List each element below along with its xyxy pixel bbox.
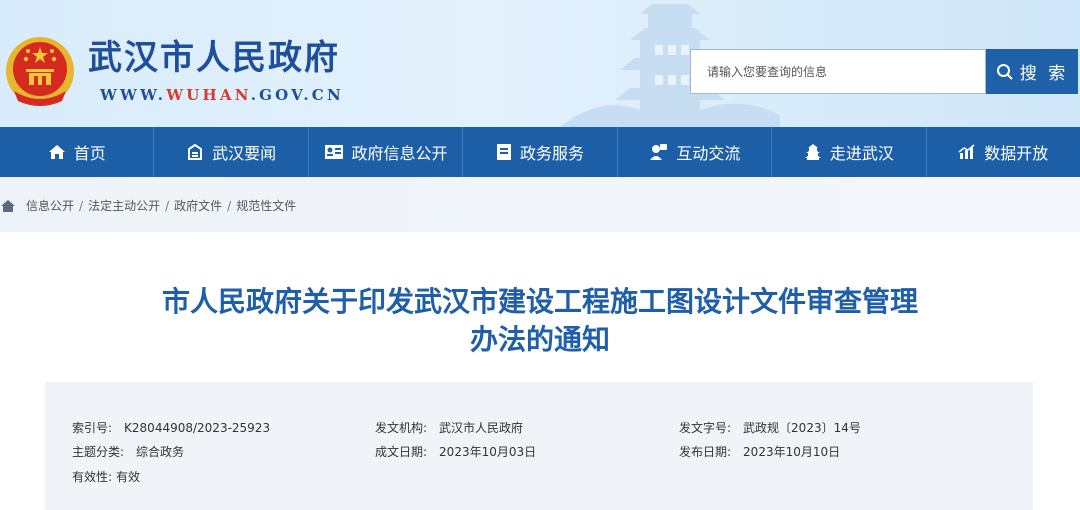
search-button-label: 搜 索 bbox=[1019, 64, 1069, 84]
info-card-icon bbox=[324, 145, 343, 159]
info-value: 有效 bbox=[116, 470, 141, 484]
info-index-no: 索引号: K28044908/2023-25923 bbox=[72, 419, 270, 436]
nav-label: 政府信息公开 bbox=[351, 144, 448, 163]
site-header: 武汉市人民政府 WWW.WUHAN.GOV.CN 搜 索 bbox=[0, 0, 1080, 127]
info-value: 综合政务 bbox=[136, 445, 185, 459]
home-icon bbox=[48, 145, 65, 159]
breadcrumb-item-info-public[interactable]: 信息公开 bbox=[26, 197, 74, 214]
home-icon[interactable] bbox=[0, 199, 16, 213]
breadcrumb-item-gov-docs[interactable]: 政府文件 bbox=[174, 197, 222, 214]
nav-label: 走进武汉 bbox=[829, 144, 894, 163]
info-created-date: 成文日期: 2023年10月03日 bbox=[375, 443, 536, 460]
national-emblem-icon bbox=[6, 37, 74, 106]
breadcrumb-item-statutory[interactable]: 法定主动公开 bbox=[88, 197, 160, 214]
nav-label: 互动交流 bbox=[676, 144, 741, 163]
title-line-1: 市人民政府关于印发武汉市建设工程施工图设计文件审查管理 bbox=[161, 285, 918, 318]
info-value: K28044908/2023-25923 bbox=[124, 421, 271, 435]
nav-item-wuhan-news[interactable]: 武汉要闻 bbox=[154, 127, 309, 177]
url-suffix: .GOV.CN bbox=[250, 86, 344, 104]
nav-item-home[interactable]: 首页 bbox=[0, 127, 155, 177]
info-label: 主题分类: bbox=[72, 445, 125, 459]
nav-item-about-wuhan[interactable]: 走进武汉 bbox=[772, 127, 927, 177]
info-published-date: 发布日期: 2023年10月10日 bbox=[679, 443, 840, 460]
info-label: 有效性: bbox=[72, 470, 113, 484]
url-highlight: WUHAN bbox=[166, 86, 251, 104]
info-value: 武汉市人民政府 bbox=[439, 421, 524, 435]
info-value: 武政规〔2023〕14号 bbox=[743, 421, 861, 435]
info-label: 发文机构: bbox=[375, 421, 428, 435]
info-value: 2023年10月10日 bbox=[743, 445, 841, 459]
info-validity: 有效性: 有效 bbox=[72, 468, 140, 485]
nav-label: 数据开放 bbox=[984, 144, 1049, 163]
nav-item-gov-info[interactable]: 政府信息公开 bbox=[309, 127, 464, 177]
nav-item-open-data[interactable]: 数据开放 bbox=[927, 127, 1080, 177]
info-issuer: 发文机构: 武汉市人民政府 bbox=[375, 419, 523, 436]
nav-label: 政务服务 bbox=[519, 144, 584, 163]
main-nav: 首页 武汉要闻 政府信息公开 政务服务 互动交流 走进武汉 数据开放 bbox=[0, 127, 1080, 177]
title-line-2: 办法的通知 bbox=[469, 323, 610, 356]
info-label: 发文字号: bbox=[679, 421, 732, 435]
nav-item-gov-service[interactable]: 政务服务 bbox=[463, 127, 618, 177]
breadcrumb: 信息公开 / 法定主动公开 / 政府文件 / 规范性文件 bbox=[0, 197, 296, 214]
info-category: 主题分类: 综合政务 bbox=[72, 443, 184, 460]
document-title: 市人民政府关于印发武汉市建设工程施工图设计文件审查管理 办法的通知 bbox=[90, 283, 990, 359]
search-icon bbox=[996, 63, 1013, 80]
tower-icon bbox=[804, 144, 821, 160]
breadcrumb-separator: / bbox=[227, 198, 232, 213]
site-url: WWW.WUHAN.GOV.CN bbox=[100, 86, 344, 104]
breadcrumb-separator: / bbox=[165, 198, 170, 213]
search-button[interactable]: 搜 索 bbox=[986, 49, 1078, 94]
nav-label: 首页 bbox=[73, 144, 106, 163]
search-box bbox=[690, 49, 986, 94]
site-title[interactable]: 武汉市人民政府 bbox=[88, 38, 340, 78]
nav-label: 武汉要闻 bbox=[212, 144, 277, 163]
breadcrumb-item-normative-docs[interactable]: 规范性文件 bbox=[236, 197, 296, 214]
info-label: 发布日期: bbox=[679, 445, 732, 459]
document-info-box: 索引号: K28044908/2023-25923 发文机构: 武汉市人民政府 发文… bbox=[45, 382, 1033, 510]
breadcrumb-separator: / bbox=[79, 198, 84, 213]
news-icon bbox=[188, 144, 203, 160]
chat-icon bbox=[650, 144, 668, 160]
url-prefix: WWW. bbox=[100, 86, 167, 104]
info-label: 成文日期: bbox=[375, 445, 428, 459]
nav-item-interaction[interactable]: 互动交流 bbox=[618, 127, 773, 177]
info-label: 索引号: bbox=[72, 421, 113, 435]
chart-icon bbox=[958, 144, 975, 159]
info-doc-no: 发文字号: 武政规〔2023〕14号 bbox=[679, 419, 861, 436]
info-value: 2023年10月03日 bbox=[439, 445, 537, 459]
search-input[interactable] bbox=[691, 50, 985, 93]
service-icon bbox=[496, 144, 511, 160]
